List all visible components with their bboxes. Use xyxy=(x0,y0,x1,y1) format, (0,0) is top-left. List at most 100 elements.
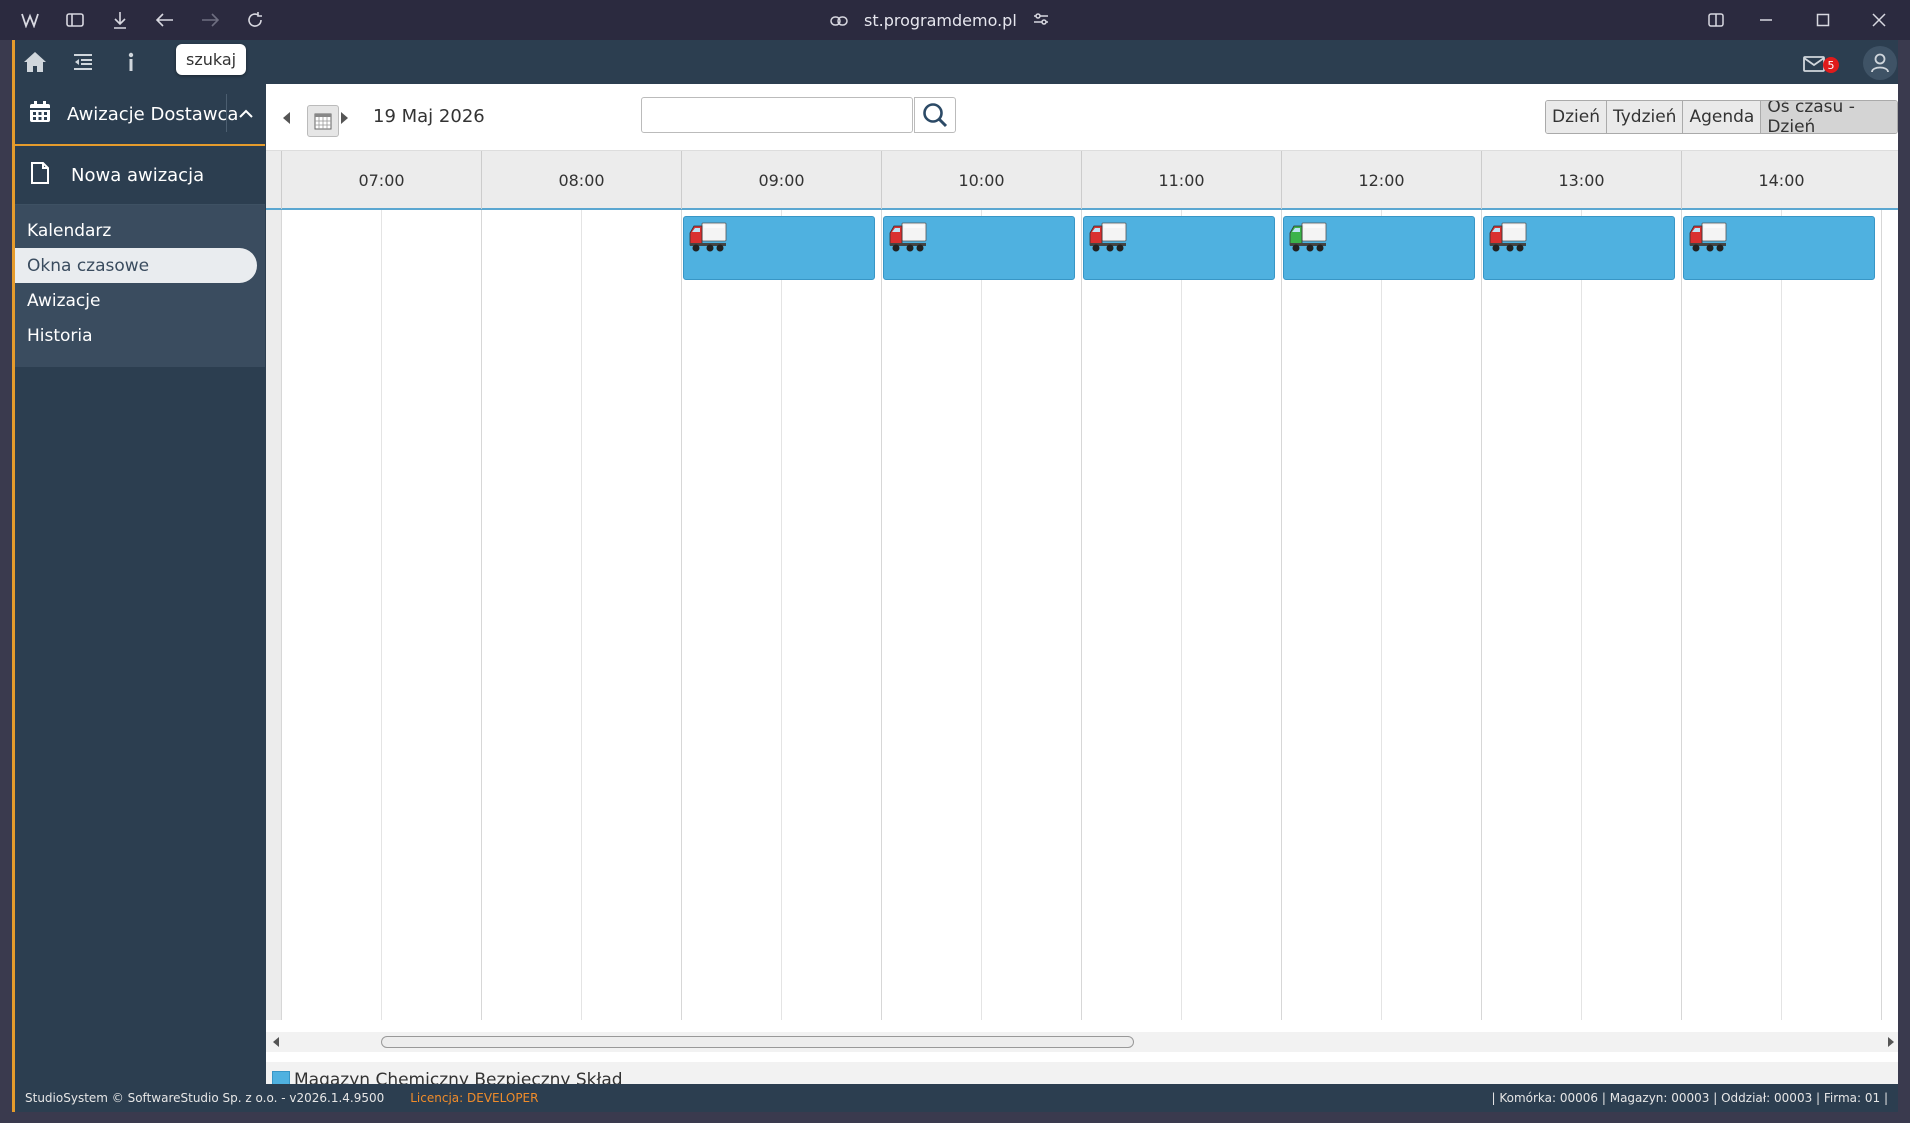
module-title: Awizacje Dostawca xyxy=(67,103,239,125)
app-topbar: szukaj 5 xyxy=(15,40,1898,84)
split-view-icon[interactable] xyxy=(1704,8,1728,32)
sidebar-item-kalendarz[interactable]: Kalendarz xyxy=(15,213,257,248)
timeline-grid xyxy=(266,210,1898,1020)
scheduler-toolbar: 19 Maj 2026 Dzień Tydzień Agenda Oś czas… xyxy=(266,84,1898,150)
browser-toolbar: st.programdemo.pl xyxy=(0,0,1910,40)
view-day-button[interactable]: Dzień xyxy=(1546,101,1607,133)
timeslot-event[interactable] xyxy=(1483,216,1675,280)
grid-line xyxy=(1281,210,1282,1020)
timeslot-event[interactable] xyxy=(683,216,875,280)
sidebar: Awizacje Dostawca Nowa awizacja Kalendar… xyxy=(15,84,265,1084)
grid-line xyxy=(1681,210,1682,1020)
grid-line xyxy=(1181,210,1182,1020)
grid-line xyxy=(1781,210,1782,1020)
url-text[interactable]: st.programdemo.pl xyxy=(864,11,1017,30)
sidebar-menu: Kalendarz Okna czasowe Awizacje Historia xyxy=(15,205,265,367)
red-truck-icon xyxy=(1088,219,1128,259)
forward-icon[interactable] xyxy=(198,8,222,32)
grid-line xyxy=(981,210,982,1020)
sidebar-item-awizacje[interactable]: Awizacje xyxy=(15,283,257,318)
green-truck-icon xyxy=(1288,219,1328,259)
timeslot-event[interactable] xyxy=(1083,216,1275,280)
new-awizacja-button[interactable]: Nowa awizacja xyxy=(15,146,265,205)
info-icon[interactable] xyxy=(118,50,144,74)
module-header[interactable]: Awizacje Dostawca xyxy=(15,84,265,146)
grid-line xyxy=(1381,210,1382,1020)
red-truck-icon xyxy=(1488,219,1528,259)
grid-line xyxy=(1481,210,1482,1020)
sidebar-item-historia[interactable]: Historia xyxy=(15,318,257,353)
home-icon[interactable] xyxy=(22,50,48,74)
mail-count-badge: 5 xyxy=(1823,57,1839,73)
link-icon xyxy=(830,11,848,30)
document-icon xyxy=(31,161,53,189)
hour-label: 07:00 xyxy=(281,151,481,209)
grid-line xyxy=(1581,210,1582,1020)
hour-label: 08:00 xyxy=(481,151,681,209)
sidebar-item-okna-czasowe[interactable]: Okna czasowe xyxy=(15,248,257,283)
hour-label: 09:00 xyxy=(681,151,881,209)
hour-label: 14:00 xyxy=(1681,151,1881,209)
view-switcher: Dzień Tydzień Agenda Oś czasu - Dzień xyxy=(1545,100,1898,134)
hour-label: 10:00 xyxy=(881,151,1081,209)
current-date: 19 Maj 2026 xyxy=(373,106,485,127)
search-tooltip: szukaj xyxy=(176,44,247,75)
sidebar-toggle-icon[interactable] xyxy=(63,8,87,32)
address-bar[interactable]: st.programdemo.pl xyxy=(830,8,1049,32)
site-settings-icon[interactable] xyxy=(1033,11,1049,30)
main-content: 19 Maj 2026 Dzień Tydzień Agenda Oś czas… xyxy=(266,84,1898,1098)
grid-line xyxy=(881,210,882,1020)
date-picker-button[interactable] xyxy=(307,105,339,137)
timeline-view: 07:00 08:00 09:00 10:00 11:00 12:00 13:00 14:00 xyxy=(266,150,1898,1062)
red-truck-icon xyxy=(888,219,928,259)
hour-label: 11:00 xyxy=(1081,151,1281,209)
calendar-grid-icon xyxy=(314,113,332,130)
search-input[interactable] xyxy=(641,97,913,133)
close-window-icon[interactable] xyxy=(1867,8,1891,32)
grid-line xyxy=(781,210,782,1020)
next-day-icon[interactable] xyxy=(341,112,348,124)
back-icon[interactable] xyxy=(153,8,177,32)
new-awizacja-label: Nowa awizacja xyxy=(71,164,205,186)
timeslot-event[interactable] xyxy=(1283,216,1475,280)
timeline-header: 07:00 08:00 09:00 10:00 11:00 12:00 13:00 14:00 xyxy=(266,150,1898,210)
view-week-button[interactable]: Tydzień xyxy=(1606,101,1684,133)
grid-line xyxy=(381,210,382,1020)
view-agenda-button[interactable]: Agenda xyxy=(1683,101,1762,133)
scroll-left-icon[interactable] xyxy=(273,1037,279,1047)
grid-line xyxy=(481,210,482,1020)
grid-line xyxy=(1081,210,1082,1020)
minimize-icon[interactable] xyxy=(1754,8,1778,32)
browser-logo-icon[interactable] xyxy=(18,8,42,32)
chevron-up-icon[interactable] xyxy=(226,94,265,132)
footer-info: | Komórka: 00006 | Magazyn: 00003 | Oddz… xyxy=(1491,1091,1888,1105)
download-icon[interactable] xyxy=(108,8,132,32)
hour-label: 12:00 xyxy=(1281,151,1481,209)
scrollbar-thumb[interactable] xyxy=(381,1036,1134,1048)
grid-line xyxy=(681,210,682,1020)
footer-copyright: StudioSystem © SoftwareStudio Sp. z o.o.… xyxy=(25,1091,385,1105)
horizontal-scrollbar[interactable] xyxy=(266,1032,1898,1052)
search-icon xyxy=(923,103,948,128)
timeslot-event[interactable] xyxy=(1683,216,1875,280)
app-frame: szukaj 5 Awizacje Dostawca Nowa awizacja xyxy=(12,40,1898,1112)
view-timeline-day-button[interactable]: Oś czasu - Dzień xyxy=(1761,101,1897,133)
footer-license: Licencja: DEVELOPER xyxy=(410,1091,539,1105)
timeslot-event[interactable] xyxy=(883,216,1075,280)
prev-day-icon[interactable] xyxy=(283,112,290,124)
grid-line xyxy=(281,210,282,1020)
user-avatar-icon[interactable] xyxy=(1863,46,1897,80)
red-truck-icon xyxy=(688,219,728,259)
maximize-icon[interactable] xyxy=(1811,8,1835,32)
grid-line xyxy=(1881,210,1882,1020)
menu-collapse-icon[interactable] xyxy=(70,50,96,74)
reload-icon[interactable] xyxy=(243,8,267,32)
scroll-right-icon[interactable] xyxy=(1888,1037,1894,1047)
red-truck-icon xyxy=(1688,219,1728,259)
hour-label: 13:00 xyxy=(1481,151,1681,209)
timeline-margin xyxy=(266,210,281,1020)
calendar-icon xyxy=(29,100,53,128)
app-footer: StudioSystem © SoftwareStudio Sp. z o.o.… xyxy=(15,1084,1898,1112)
search-button[interactable] xyxy=(914,97,956,133)
grid-line xyxy=(581,210,582,1020)
